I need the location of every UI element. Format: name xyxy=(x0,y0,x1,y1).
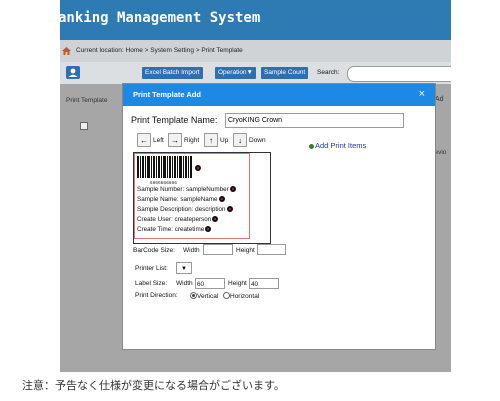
field-create-user-text: Create User: createperson xyxy=(137,216,212,223)
field-create-time[interactable]: Create Time: createtime xyxy=(137,226,212,233)
move-right-button[interactable]: → xyxy=(168,133,182,147)
move-up-button[interactable]: ↑ xyxy=(204,133,218,147)
close-icon[interactable]: × xyxy=(419,88,425,100)
vertical-radio[interactable] xyxy=(190,292,197,299)
drag-handle-icon[interactable] xyxy=(226,206,233,212)
field-sample-name[interactable]: Sample Name: sampleName xyxy=(137,196,225,203)
dialog-header: Print Template Add × xyxy=(123,84,435,106)
search-label: Search: xyxy=(317,69,340,76)
label-height-input[interactable]: 40 xyxy=(249,278,279,289)
drag-handle-icon[interactable] xyxy=(229,186,236,192)
field-sample-number[interactable]: Sample Number: sampleNumber xyxy=(137,186,236,193)
barcode-size-label: BarCode Size: xyxy=(133,247,175,254)
operation-dropdown-button[interactable]: Operation▼ xyxy=(215,67,256,79)
search-input[interactable] xyxy=(347,66,451,82)
field-sample-description[interactable]: Sample Description: description xyxy=(137,206,233,213)
template-name-label: Print Template Name: xyxy=(131,115,218,125)
label-boundary: 6666666666 Sample Number: sampleNumber S… xyxy=(134,153,250,239)
print-template-add-dialog: Print Template Add × Print Template Name… xyxy=(122,83,436,350)
app-title: anking Management System xyxy=(60,10,261,26)
breadcrumb-bar: Current location: Home > System Setting … xyxy=(60,40,451,62)
add-print-items-label: Add Print Items xyxy=(315,141,367,150)
label-preview-canvas: 6666666666 Sample Number: sampleNumber S… xyxy=(133,152,271,244)
user-icon[interactable] xyxy=(66,66,80,79)
move-up-label: Up xyxy=(220,137,229,144)
printer-list-select[interactable]: ▼ xyxy=(176,262,192,274)
barcode-width-input[interactable] xyxy=(203,244,233,255)
printer-list-label: Printer List: xyxy=(135,265,168,272)
label-width-input[interactable]: 60 xyxy=(195,278,225,289)
barcode-graphic[interactable] xyxy=(137,156,193,178)
drag-handle-icon[interactable] xyxy=(218,196,225,202)
move-left-button[interactable]: ← xyxy=(137,133,151,147)
move-down-button[interactable]: ↓ xyxy=(233,133,247,147)
label-height-label: Height xyxy=(228,280,247,287)
print-direction-label: Print Direction: xyxy=(135,292,178,299)
field-create-user[interactable]: Create User: createperson xyxy=(137,216,219,223)
drag-handle-icon[interactable] xyxy=(212,216,219,222)
home-icon[interactable] xyxy=(62,47,71,55)
barcode-height-input[interactable] xyxy=(257,244,286,255)
app-header: anking Management System xyxy=(60,0,451,40)
field-sample-name-text: Sample Name: sampleName xyxy=(137,196,218,203)
move-down-label: Down xyxy=(249,137,266,144)
add-print-items-link[interactable]: Add Print Items xyxy=(309,141,366,150)
drag-handle-icon[interactable] xyxy=(205,226,212,232)
footer-note: 注意：予告なく仕様が変更になる場合がございます。 xyxy=(22,379,285,392)
row-checkbox[interactable] xyxy=(80,122,88,130)
direction-horizontal-option[interactable]: Horizontal xyxy=(223,292,259,300)
move-left-label: Left xyxy=(153,137,164,144)
barcode-drag-handle[interactable] xyxy=(195,165,201,171)
direction-vertical-option[interactable]: Vertical xyxy=(190,292,218,300)
label-width-label: Width xyxy=(176,280,193,287)
field-create-time-text: Create Time: createtime xyxy=(137,226,205,233)
breadcrumb: Current location: Home > System Setting … xyxy=(76,47,243,54)
barcode-height-label: Height xyxy=(236,247,255,254)
template-name-input[interactable]: CryoKING Crown xyxy=(225,113,404,128)
field-sample-description-text: Sample Description: description xyxy=(137,206,226,213)
column-header-print-template: Print Template xyxy=(66,97,108,104)
dialog-title: Print Template Add xyxy=(133,90,201,99)
label-size-label: Label Size: xyxy=(135,280,168,287)
barcode-number: 6666666666 xyxy=(150,180,178,185)
add-dot-icon xyxy=(309,143,314,149)
excel-batch-import-button[interactable]: Excel Batch Import xyxy=(142,67,203,79)
toolbar: Excel Batch Import Operation▼ Sample Cou… xyxy=(60,62,451,84)
sample-count-button[interactable]: Sample Count xyxy=(261,67,309,79)
vertical-label: Vertical xyxy=(197,293,219,300)
move-right-label: Right xyxy=(184,137,200,144)
add-button-label[interactable]: Ad xyxy=(435,96,444,103)
horizontal-radio[interactable] xyxy=(223,292,230,299)
field-sample-number-text: Sample Number: sampleNumber xyxy=(137,186,229,193)
barcode-width-label: Width xyxy=(183,247,200,254)
horizontal-label: Horizontal xyxy=(230,293,260,300)
